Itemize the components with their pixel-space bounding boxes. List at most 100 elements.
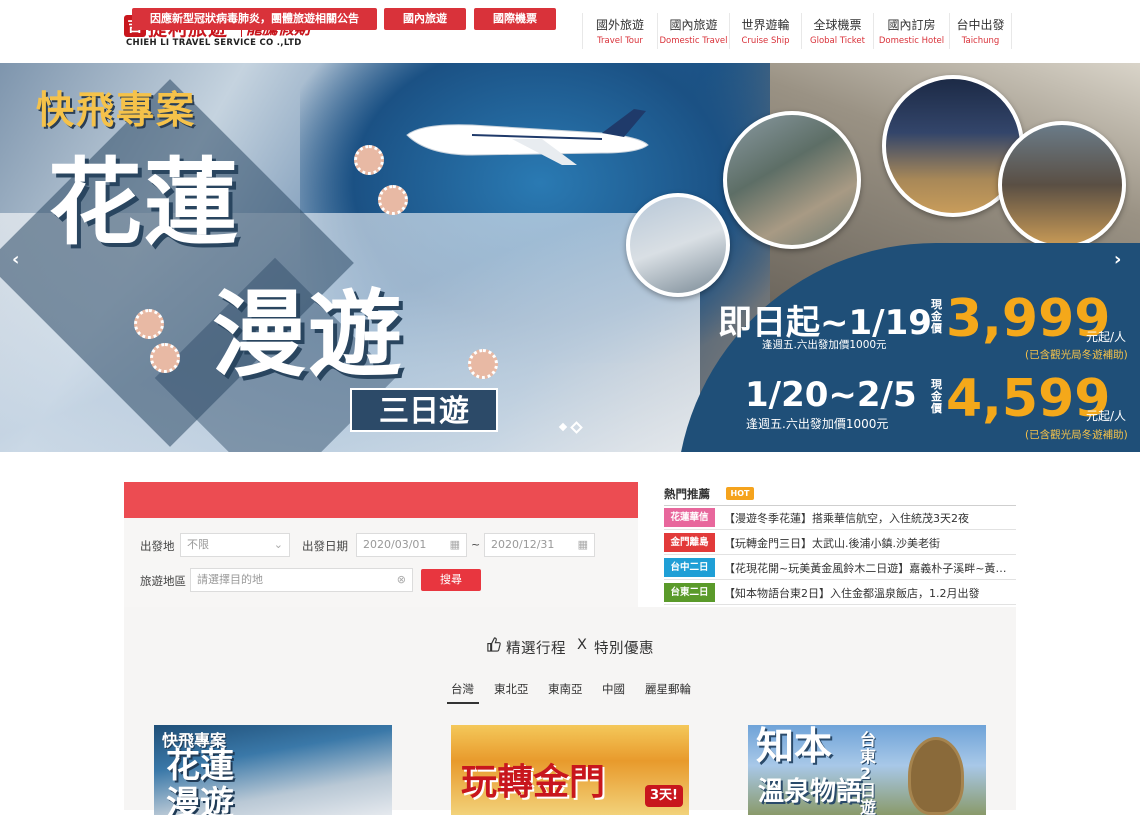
offer-unit: 元起/人 xyxy=(1086,330,1127,344)
card-subtitle: 溫泉物語 xyxy=(758,777,863,807)
tab-taiwan[interactable]: 台灣 xyxy=(451,681,474,697)
flower-ornament xyxy=(150,343,180,373)
offer-note: 逢週五.六出發加價1000元 xyxy=(746,417,889,431)
nav-sublabel: Taichung xyxy=(961,36,1000,46)
featured-title-x: X xyxy=(577,637,587,653)
hot-item-tag: 台中二日 xyxy=(664,558,715,577)
tour-card[interactable]: 知本 溫泉物語 台東2日遊 xyxy=(748,725,986,815)
nav-taichung[interactable]: 台中出發 Taichung xyxy=(950,13,1012,49)
nav-label: 全球機票 xyxy=(813,18,862,32)
banner-kicker: 快飛專案 xyxy=(36,88,197,132)
nav-sublabel: Domestic Hotel xyxy=(878,36,945,46)
card-illustration xyxy=(908,737,964,815)
hot-item-tag: 台東二日 xyxy=(664,583,715,602)
tab-domestic-travel[interactable]: 國內旅遊 xyxy=(384,8,466,30)
nav-global-ticket[interactable]: 全球機票 Global Ticket xyxy=(802,13,874,49)
clear-icon[interactable]: ⊗ xyxy=(397,569,406,591)
nav-domestic-hotel[interactable]: 國內訂房 Domestic Hotel xyxy=(874,13,950,49)
search-tab-bar xyxy=(124,482,638,518)
cash-price-label: 現金價 xyxy=(931,298,942,335)
next-slide-arrow-icon[interactable]: › xyxy=(1114,249,1121,270)
card-title: 知本 xyxy=(756,725,833,768)
slide-dots xyxy=(558,421,583,434)
region-label: 旅遊地區 xyxy=(140,574,186,588)
hot-item[interactable]: 花蓮華信 【漫遊冬季花蓮】搭乘華信航空，入住統茂3天2夜 xyxy=(664,506,1016,530)
photo-circle xyxy=(723,111,861,249)
hot-item-text[interactable]: 【玩轉金門三日】太武山.後浦小鎮.沙美老街 xyxy=(724,535,1016,551)
region-input[interactable]: 請選擇目的地 ⊗ xyxy=(190,568,413,592)
nav-label: 台中出發 xyxy=(956,18,1005,32)
origin-value: 不限 xyxy=(187,538,209,551)
offer-subsidy: (已含觀光局冬遊補助) xyxy=(1025,429,1128,441)
hot-item-text[interactable]: 【知本物語台東2日】入住金都溫泉飯店，1.2月出發 xyxy=(724,585,1016,601)
hero-banner[interactable]: 快飛專案 花蓮 漫遊 三日遊 即日起~1/19 逢週五.六出發加價1000元 現… xyxy=(0,63,1140,452)
flower-ornament xyxy=(378,185,408,215)
date-to-input[interactable]: 2020/12/31 ▦ xyxy=(484,533,595,557)
nav-label: 世界遊輪 xyxy=(741,18,790,32)
featured-title: 精選行程 xyxy=(506,641,566,657)
banner-title: 花蓮 xyxy=(48,149,241,258)
nav-sublabel: Domestic Travel xyxy=(659,36,728,46)
main-nav: 國外旅遊 Travel Tour 國內旅遊 Domestic Travel 世界… xyxy=(582,13,1012,49)
date-from-input[interactable]: 2020/03/01 ▦ xyxy=(356,533,467,557)
tour-card[interactable]: 玩轉金門 3天! xyxy=(451,725,689,815)
nav-travel-tour[interactable]: 國外旅遊 Travel Tour xyxy=(582,13,658,49)
date-to-value: 2020/12/31 xyxy=(491,538,555,551)
hot-item-text[interactable]: 【花現花開~玩美黃金風鈴木二日遊】嘉義朴子溪畔~黃花風鈴木 xyxy=(724,560,1016,576)
slide-dot-active[interactable] xyxy=(570,421,583,434)
origin-select[interactable]: 不限 ⌄ xyxy=(180,533,290,557)
banner-title: 漫遊 xyxy=(212,281,405,390)
calendar-icon: ▦ xyxy=(577,538,588,551)
offer-dates: 1/20~2/5 xyxy=(745,375,917,415)
card-title: 花蓮 漫遊 xyxy=(166,746,234,815)
date-label: 出發日期 xyxy=(302,539,348,553)
tour-card[interactable]: 快飛專案 花蓮 漫遊 xyxy=(154,725,392,815)
origin-label: 出發地 xyxy=(140,539,175,553)
prev-slide-arrow-icon[interactable]: ‹ xyxy=(12,249,19,270)
calendar-icon: ▦ xyxy=(449,538,460,551)
nav-label: 國內訂房 xyxy=(887,18,936,32)
photo-circle xyxy=(626,193,730,297)
cash-price-label: 現金價 xyxy=(931,378,942,415)
tab-china[interactable]: 中國 xyxy=(602,681,625,697)
date-separator: ~ xyxy=(471,538,481,551)
tab-international-ticket[interactable]: 國際機票 xyxy=(474,8,556,30)
offer-unit: 元起/人 xyxy=(1086,409,1127,423)
card-badge: 3天! xyxy=(645,785,683,807)
nav-label: 國外旅遊 xyxy=(595,18,644,32)
hot-item-tag: 金門離島 xyxy=(664,533,715,552)
nav-domestic-travel[interactable]: 國內旅遊 Domestic Travel xyxy=(658,13,730,49)
hot-item[interactable]: 金門離島 【玩轉金門三日】太武山.後浦小鎮.沙美老街 xyxy=(664,531,1016,555)
card-title: 玩轉金門 xyxy=(461,762,606,803)
search-button[interactable]: 搜尋 xyxy=(421,569,481,591)
hot-item-text[interactable]: 【漫遊冬季花蓮】搭乘華信航空，入住統茂3天2夜 xyxy=(724,510,1016,526)
hot-title: 熱門推薦 xyxy=(664,487,710,501)
tab-star-cruises[interactable]: 麗星郵輪 xyxy=(645,681,691,697)
hot-item-tag: 花蓮華信 xyxy=(664,508,715,527)
nav-sublabel: Cruise Ship xyxy=(741,36,790,46)
flower-ornament xyxy=(134,309,164,339)
hot-item[interactable]: 台東二日 【知本物語台東2日】入住金都溫泉飯店，1.2月出發 xyxy=(664,581,1016,605)
logo-english: CHIEH LI TRAVEL SERVICE CO .,LTD xyxy=(126,38,302,48)
featured-title: 特別優惠 xyxy=(594,641,654,657)
chevron-down-icon: ⌄ xyxy=(273,538,283,551)
offer-subsidy: (已含觀光局冬遊補助) xyxy=(1025,349,1128,361)
nav-sublabel: Global Ticket xyxy=(810,36,865,46)
hot-badge: HOT xyxy=(726,487,754,500)
active-tab-indicator xyxy=(447,702,479,704)
photo-circle xyxy=(998,121,1126,249)
tab-southeast-asia[interactable]: 東南亞 xyxy=(548,681,583,697)
tab-northeast-asia[interactable]: 東北亞 xyxy=(494,681,529,697)
nav-sublabel: Travel Tour xyxy=(597,36,643,46)
airplane-icon xyxy=(406,109,649,165)
region-placeholder: 請選擇目的地 xyxy=(197,573,263,586)
nav-cruise-ship[interactable]: 世界遊輪 Cruise Ship xyxy=(730,13,802,49)
nav-label: 國內旅遊 xyxy=(669,18,718,32)
flower-ornament xyxy=(354,145,384,175)
hot-item[interactable]: 台中二日 【花現花開~玩美黃金風鈴木二日遊】嘉義朴子溪畔~黃花風鈴木 xyxy=(664,556,1016,580)
thumbs-up-icon xyxy=(486,637,502,653)
offer-note: 逢週五.六出發加價1000元 xyxy=(762,339,887,351)
tab-covid-announcement[interactable]: 因應新型冠狀病毒肺炎，團體旅遊相關公告 xyxy=(132,8,377,30)
date-from-value: 2020/03/01 xyxy=(363,538,427,551)
slide-dot[interactable] xyxy=(558,422,568,432)
